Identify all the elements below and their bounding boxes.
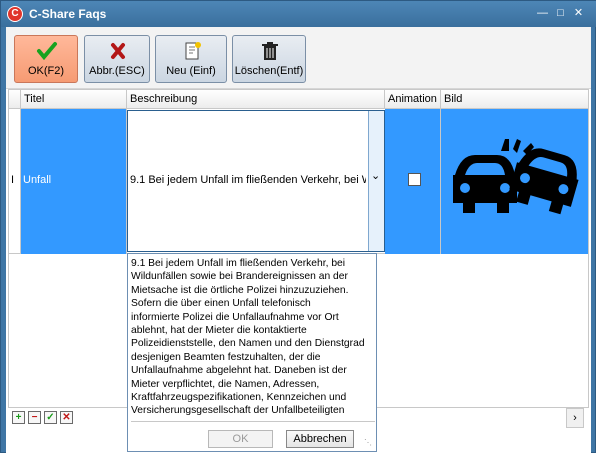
popup-ok-button[interactable]: OK xyxy=(208,430,273,448)
column-header-titel[interactable]: Titel xyxy=(21,90,127,109)
cancel-button[interactable]: Abbr.(ESC) xyxy=(84,35,150,83)
window-title: C-Share Faqs xyxy=(29,7,107,21)
car-crash-icon xyxy=(453,139,579,215)
ok-button[interactable]: OK(F2) xyxy=(14,35,78,83)
main-window: C C-Share Faqs — □ ✕ OK(F2) Abbr.(ESC) N… xyxy=(0,0,596,454)
resize-grip-icon[interactable]: ⋱ xyxy=(364,439,374,449)
grid-navigator: + − ✓ ✕ xyxy=(8,408,128,428)
memo-popup: 9.1 Bei jedem Unfall im fließenden Verke… xyxy=(127,253,377,452)
table-row[interactable]: I Unfall 9.1 Bei jedem Unfall im fließen… xyxy=(9,109,588,254)
row-indicator-header xyxy=(9,90,21,109)
beschreibung-editor[interactable]: 9.1 Bei jedem Unfall im fließenden Verke… xyxy=(127,110,385,252)
new-document-icon xyxy=(156,41,226,61)
memo-dropdown-button[interactable]: ⌄ xyxy=(368,111,384,251)
cell-animation[interactable] xyxy=(385,109,441,254)
row-indicator: I xyxy=(9,109,21,254)
trash-icon xyxy=(233,41,305,61)
ok-button-label: OK(F2) xyxy=(27,65,65,77)
cancel-button-label: Abbr.(ESC) xyxy=(89,65,145,77)
column-header-beschreibung[interactable]: Beschreibung xyxy=(127,90,385,109)
memo-popup-text[interactable]: 9.1 Bei jedem Unfall im fließenden Verke… xyxy=(131,257,375,422)
cancel-x-icon xyxy=(85,41,149,61)
checkmark-icon xyxy=(15,41,77,61)
animation-checkbox[interactable] xyxy=(408,173,421,186)
beschreibung-text: 9.1 Bei jedem Unfall im fließenden Verke… xyxy=(130,174,366,186)
grid-header: Titel Beschreibung Animation Bild xyxy=(9,90,588,109)
popup-cancel-button[interactable]: Abbrechen xyxy=(286,430,354,448)
column-header-bild[interactable]: Bild xyxy=(441,90,588,109)
column-header-animation[interactable]: Animation xyxy=(385,90,441,109)
cell-titel[interactable]: Unfall xyxy=(21,109,127,254)
title-bar[interactable]: C C-Share Faqs — □ ✕ xyxy=(1,1,596,27)
text-cursor-icon: I xyxy=(11,174,15,186)
remove-record-icon[interactable]: − xyxy=(28,411,41,424)
scroll-right-arrow-icon[interactable]: › xyxy=(566,408,584,428)
delete-button-label: Löschen(Entf) xyxy=(234,65,304,77)
cell-bild[interactable] xyxy=(441,109,588,254)
toolbar: OK(F2) Abbr.(ESC) Neu (Einf) Löschen(Ent… xyxy=(6,27,591,89)
delete-button[interactable]: Löschen(Entf) xyxy=(232,35,306,83)
app-logo-icon: C xyxy=(7,6,23,22)
new-button-label: Neu (Einf) xyxy=(166,65,216,77)
close-icon[interactable]: ✕ xyxy=(572,7,585,20)
minimize-icon[interactable]: — xyxy=(536,7,549,20)
chevron-down-icon: ⌄ xyxy=(371,170,381,182)
add-record-icon[interactable]: + xyxy=(12,411,25,424)
maximize-icon[interactable]: □ xyxy=(554,7,567,20)
new-button[interactable]: Neu (Einf) xyxy=(155,35,227,83)
cancel-record-icon[interactable]: ✕ xyxy=(60,411,73,424)
post-record-icon[interactable]: ✓ xyxy=(44,411,57,424)
cell-titel-text: Unfall xyxy=(23,174,52,186)
